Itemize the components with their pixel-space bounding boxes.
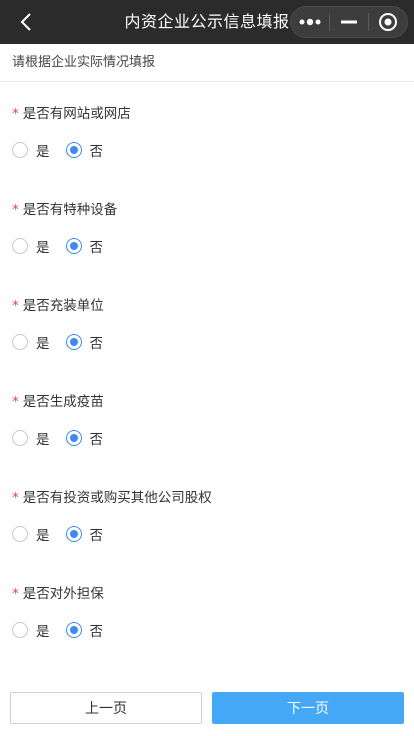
- more-dots-icon: [299, 18, 321, 26]
- question-label: * 是否有网站或网店: [12, 102, 131, 122]
- close-button[interactable]: [369, 7, 407, 37]
- required-mark: *: [12, 586, 19, 602]
- question-text: 是否有网站或网店: [22, 106, 131, 122]
- more-button[interactable]: [291, 7, 329, 37]
- radio-button[interactable]: [12, 142, 28, 158]
- mini-program-capsule: [290, 6, 408, 38]
- radio-button[interactable]: [12, 526, 28, 542]
- question-item: * 是否生成疫苗是否: [0, 370, 414, 466]
- radio-group: 是否: [12, 332, 119, 352]
- radio-group: 是否: [12, 620, 119, 640]
- radio-label: 否: [89, 144, 104, 160]
- question-label: * 是否有特种设备: [12, 198, 117, 218]
- question-text: 是否有投资或购买其他公司股权: [22, 490, 212, 506]
- question-label: * 是否生成疫苗: [12, 390, 104, 410]
- radio-button[interactable]: [12, 238, 28, 254]
- radio-option-no[interactable]: 否: [65, 140, 104, 160]
- radio-button[interactable]: [12, 622, 28, 638]
- question-text: 是否有特种设备: [22, 202, 118, 218]
- next-page-button[interactable]: 下一页: [212, 692, 404, 724]
- radio-group: 是否: [12, 140, 119, 160]
- radio-label: 否: [89, 432, 104, 448]
- radio-button[interactable]: [65, 334, 82, 350]
- radio-button[interactable]: [12, 334, 28, 350]
- chevron-left-icon: [20, 13, 31, 31]
- radio-button[interactable]: [65, 238, 82, 254]
- target-close-icon: [379, 13, 397, 31]
- radio-option-no[interactable]: 否: [65, 428, 104, 448]
- minimize-button[interactable]: [330, 7, 368, 37]
- question-label: * 是否充装单位: [12, 294, 104, 314]
- question-item: * 是否有投资或购买其他公司股权是否: [0, 466, 414, 562]
- radio-option-yes[interactable]: 是: [12, 236, 50, 256]
- question-text: 是否生成疫苗: [22, 394, 104, 410]
- radio-label: 是: [36, 144, 50, 160]
- radio-option-no[interactable]: 否: [65, 236, 104, 256]
- question-label: * 是否对外担保: [12, 582, 104, 602]
- required-mark: *: [12, 490, 19, 506]
- footer-bar: 上一页 下一页: [0, 676, 414, 736]
- prev-page-button[interactable]: 上一页: [10, 692, 202, 724]
- radio-group: 是否: [12, 236, 119, 256]
- radio-label: 否: [89, 624, 104, 640]
- radio-option-yes[interactable]: 是: [12, 140, 50, 160]
- radio-group: 是否: [12, 428, 119, 448]
- form-instruction: 请根据企业实际情况填报: [0, 44, 414, 82]
- nav-bar: 内资企业公示信息填报: [0, 0, 414, 44]
- radio-option-yes[interactable]: 是: [12, 620, 50, 640]
- radio-label: 否: [89, 528, 104, 544]
- required-mark: *: [12, 394, 19, 410]
- minimize-icon: [341, 20, 357, 24]
- required-mark: *: [12, 106, 19, 122]
- radio-button[interactable]: [65, 142, 82, 158]
- required-mark: *: [12, 298, 19, 314]
- radio-option-yes[interactable]: 是: [12, 524, 50, 544]
- question-item: * 是否充装单位是否: [0, 274, 414, 370]
- question-item: * 是否有网站或网店是否: [0, 82, 414, 178]
- page-title-text: 内资企业公示信息填报: [124, 12, 290, 31]
- radio-label: 是: [36, 624, 50, 640]
- radio-label: 是: [36, 432, 50, 448]
- question-label: * 是否有投资或购买其他公司股权: [12, 486, 212, 506]
- radio-option-no[interactable]: 否: [65, 620, 104, 640]
- question-item: * 是否有特种设备是否: [0, 178, 414, 274]
- radio-label: 是: [36, 240, 50, 256]
- radio-button[interactable]: [65, 622, 82, 638]
- radio-label: 否: [89, 240, 104, 256]
- radio-button[interactable]: [65, 430, 82, 446]
- radio-button[interactable]: [65, 526, 82, 542]
- radio-label: 是: [36, 336, 50, 352]
- radio-option-yes[interactable]: 是: [12, 428, 50, 448]
- questionnaire-form: * 是否有网站或网店是否 * 是否有特种设备是否 * 是否充装单位是否 * 是否生成疫苗是否 *…: [0, 82, 414, 658]
- back-button[interactable]: [12, 8, 40, 36]
- radio-option-no[interactable]: 否: [65, 524, 104, 544]
- radio-label: 否: [89, 336, 104, 352]
- radio-button[interactable]: [12, 430, 28, 446]
- radio-group: 是否: [12, 524, 119, 544]
- question-text: 是否对外担保: [22, 586, 104, 602]
- question-item: * 是否对外担保是否: [0, 562, 414, 658]
- required-mark: *: [12, 202, 19, 218]
- radio-option-no[interactable]: 否: [65, 332, 104, 352]
- radio-option-yes[interactable]: 是: [12, 332, 50, 352]
- question-text: 是否充装单位: [22, 298, 104, 314]
- radio-label: 是: [36, 528, 50, 544]
